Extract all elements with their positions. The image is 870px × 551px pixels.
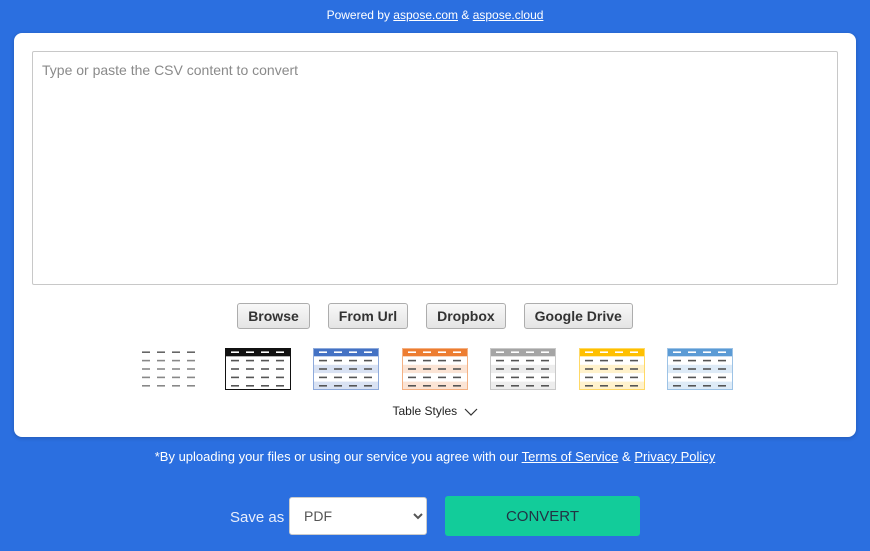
source-buttons: Browse From Url Dropbox Google Drive (14, 303, 856, 329)
aspose-cloud-link[interactable]: aspose.cloud (473, 8, 544, 22)
table-style-plain[interactable] (136, 348, 202, 392)
table-style-orange[interactable] (402, 348, 468, 392)
table-style-icon (667, 348, 733, 390)
table-style-gray[interactable] (490, 348, 556, 392)
chevron-down-icon (464, 405, 478, 419)
table-style-black[interactable] (225, 348, 291, 392)
terms-amp: & (622, 449, 631, 464)
csv-content-input[interactable] (32, 51, 838, 285)
powered-by-text: Powered by (326, 8, 390, 22)
output-format-select[interactable]: PDF (289, 497, 427, 535)
from-url-button[interactable]: From Url (327, 303, 409, 329)
google-drive-button[interactable]: Google Drive (523, 303, 633, 329)
table-style-icon (490, 348, 556, 390)
dropbox-button[interactable]: Dropbox (426, 303, 506, 329)
table-style-light-blue[interactable] (667, 348, 733, 392)
terms-of-service-link[interactable]: Terms of Service (522, 449, 619, 464)
privacy-policy-link[interactable]: Privacy Policy (634, 449, 715, 464)
powered-by-line: Powered by aspose.com & aspose.cloud (0, 8, 870, 22)
table-styles-label: Table Styles (392, 404, 458, 418)
table-style-blue[interactable] (313, 348, 379, 392)
table-style-icon (142, 351, 195, 387)
table-style-icon (313, 348, 379, 390)
table-style-icon (579, 348, 645, 390)
save-as-label: Save as (230, 509, 285, 526)
table-style-gold[interactable] (579, 348, 645, 392)
convert-button[interactable]: CONVERT (445, 496, 640, 536)
table-styles-row (136, 348, 736, 392)
table-styles-toggle[interactable]: Table Styles (14, 404, 856, 419)
powered-by-amp: & (461, 8, 470, 22)
browse-button[interactable]: Browse (237, 303, 310, 329)
terms-text: *By uploading your files or using our se… (154, 449, 519, 464)
aspose-com-link[interactable]: aspose.com (393, 8, 458, 22)
terms-line: *By uploading your files or using our se… (0, 449, 870, 464)
table-style-icon (225, 348, 291, 390)
table-style-icon (402, 348, 468, 390)
converter-card: Browse From Url Dropbox Google Drive Tab… (14, 33, 856, 437)
